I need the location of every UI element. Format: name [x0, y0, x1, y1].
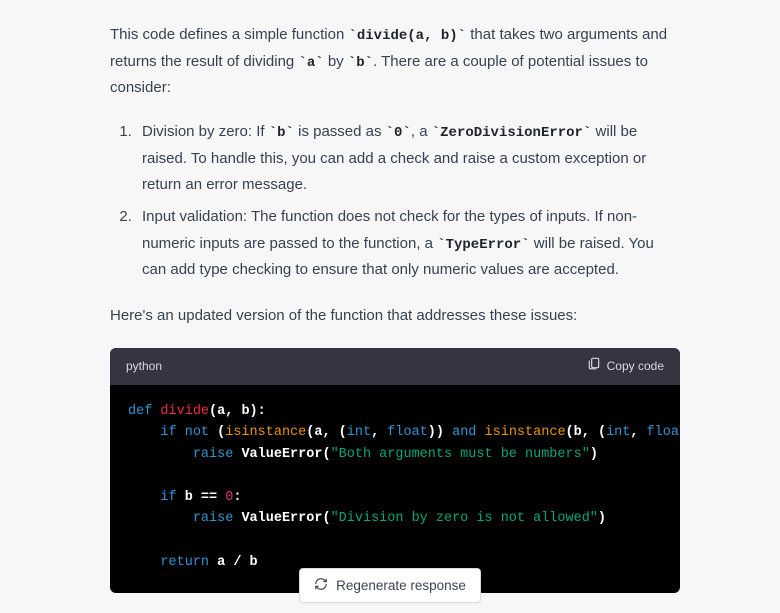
copy-code-button[interactable]: Copy code — [587, 356, 664, 377]
list-item: Input validation: The function does not … — [136, 204, 680, 283]
inline-code: `b` — [348, 55, 373, 71]
code-block: python Copy code def divide(a, b): if no… — [110, 348, 680, 594]
inline-code: `ZeroDivisionError` — [432, 125, 592, 141]
text: is passed as — [294, 123, 386, 140]
text: , a — [411, 123, 432, 140]
copy-code-label: Copy code — [607, 356, 664, 377]
issue-list: Division by zero: If `b` is passed as `0… — [110, 119, 680, 283]
code-language-label: python — [126, 356, 162, 377]
inline-code: `TypeError` — [437, 237, 529, 253]
intro-paragraph: This code defines a simple function `div… — [110, 22, 680, 101]
code-block-header: python Copy code — [110, 348, 680, 385]
code-content: def divide(a, b): if not (isinstance(a, … — [110, 385, 680, 594]
text: This code defines a simple function — [110, 26, 348, 43]
regenerate-response-button[interactable]: Regenerate response — [299, 568, 481, 603]
refresh-icon — [314, 577, 328, 594]
inline-code: `a` — [298, 55, 323, 71]
inline-code: `b` — [269, 125, 294, 141]
inline-code: `divide(a, b)` — [348, 28, 466, 44]
list-item: Division by zero: If `b` is passed as `0… — [136, 119, 680, 198]
text: Division by zero: If — [142, 123, 269, 140]
message-content: This code defines a simple function `div… — [0, 0, 780, 613]
lead-paragraph: Here's an updated version of the functio… — [110, 303, 680, 329]
text: by — [324, 53, 348, 70]
inline-code: `0` — [386, 125, 411, 141]
clipboard-icon — [587, 356, 601, 377]
regenerate-label: Regenerate response — [336, 578, 466, 593]
